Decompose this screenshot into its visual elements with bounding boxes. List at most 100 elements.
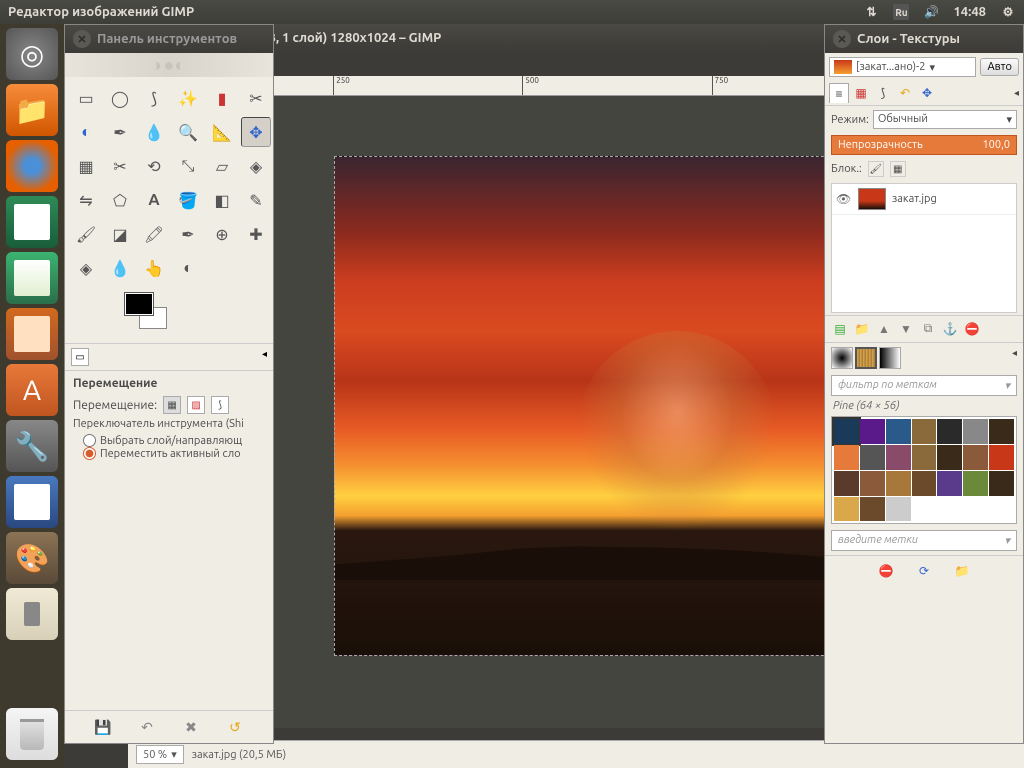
measure-tool[interactable]: 📐 bbox=[207, 117, 237, 147]
free-select-tool[interactable]: ⟆ bbox=[139, 83, 169, 113]
layer-row[interactable]: 👁 закат.jpg bbox=[832, 184, 1016, 215]
impress-icon[interactable] bbox=[6, 308, 58, 360]
color-picker-tool[interactable]: 💧 bbox=[139, 117, 169, 147]
dash-icon[interactable]: ◎ bbox=[6, 28, 58, 80]
pattern-swatch[interactable] bbox=[912, 419, 937, 444]
scissors-tool[interactable]: ✂ bbox=[241, 83, 271, 113]
toolbox-titlebar[interactable]: ✕ Панель инструментов bbox=[65, 25, 273, 53]
image-dropdown[interactable]: [закат...ано)-2 ▾ bbox=[829, 57, 976, 77]
pattern-swatch[interactable] bbox=[834, 419, 859, 444]
lock-alpha-icon[interactable]: ▦ bbox=[890, 161, 906, 177]
firefox-icon[interactable] bbox=[6, 140, 58, 192]
shear-tool[interactable]: ▱ bbox=[207, 151, 237, 181]
blend-tool[interactable]: ◧ bbox=[207, 185, 237, 215]
auto-button[interactable]: Авто bbox=[980, 58, 1019, 76]
fuzzy-select-tool[interactable]: ✨ bbox=[173, 83, 203, 113]
layers-titlebar[interactable]: ✕ Слои - Текстуры bbox=[825, 25, 1023, 53]
fg-color-swatch[interactable] bbox=[125, 293, 153, 315]
trash-icon[interactable] bbox=[6, 708, 58, 760]
pattern-swatch[interactable] bbox=[886, 419, 911, 444]
eraser-tool[interactable]: ◪ bbox=[105, 219, 135, 249]
flip-tool[interactable]: ⇋ bbox=[71, 185, 101, 215]
pattern-swatch[interactable] bbox=[860, 445, 885, 470]
bucket-tool[interactable]: 🪣 bbox=[173, 185, 203, 215]
move-path-icon[interactable]: ⟆ bbox=[211, 396, 229, 414]
pattern-swatch[interactable] bbox=[963, 445, 988, 470]
tab-menu-icon[interactable]: ◂ bbox=[1012, 347, 1017, 369]
pattern-swatch[interactable] bbox=[860, 419, 885, 444]
tags-input[interactable]: введите метки▾ bbox=[831, 530, 1017, 551]
pattern-swatch[interactable] bbox=[886, 471, 911, 496]
open-folder--icon[interactable]: 📁 bbox=[953, 562, 971, 580]
image-canvas[interactable] bbox=[334, 156, 874, 656]
paths-tool[interactable]: ✒ bbox=[105, 117, 135, 147]
usb-creator-icon[interactable] bbox=[6, 588, 58, 640]
radio-move-active[interactable]: Переместить активный сло bbox=[73, 447, 265, 460]
text-tool[interactable]: A bbox=[139, 185, 169, 215]
patterns-tab[interactable] bbox=[855, 347, 877, 369]
zoom-tool[interactable]: 🔍 bbox=[173, 117, 203, 147]
restore-options-icon[interactable]: ↶ bbox=[135, 715, 159, 739]
pattern-swatch[interactable] bbox=[937, 471, 962, 496]
pattern-swatch[interactable] bbox=[886, 497, 911, 522]
radio-pick-layer[interactable]: Выбрать слой/направляющ bbox=[73, 434, 265, 447]
heal-tool[interactable]: ✚ bbox=[241, 219, 271, 249]
color-swatches[interactable] bbox=[65, 289, 273, 343]
keyboard-layout[interactable]: Ru bbox=[893, 4, 909, 20]
paintbrush-tool[interactable]: 🖌 bbox=[71, 219, 101, 249]
fg-select-tool[interactable]: ◐ bbox=[71, 117, 101, 147]
pattern-swatch[interactable] bbox=[834, 497, 859, 522]
pattern-swatch[interactable] bbox=[834, 445, 859, 470]
cage-tool[interactable]: ⬠ bbox=[105, 185, 135, 215]
pattern-swatch[interactable] bbox=[912, 445, 937, 470]
layer-thumbnail[interactable] bbox=[858, 188, 886, 210]
network-icon[interactable]: ⇅ bbox=[863, 4, 879, 20]
move-tab-icon[interactable]: ✥ bbox=[917, 83, 937, 103]
smudge-tool[interactable]: 👆 bbox=[139, 253, 169, 283]
tag-filter-input[interactable]: фильтр по меткам▾ bbox=[831, 375, 1017, 396]
pattern-swatch[interactable] bbox=[989, 419, 1014, 444]
paths-tab-icon[interactable]: ⟆ bbox=[873, 83, 893, 103]
document-icon[interactable] bbox=[6, 476, 58, 528]
crop-tool[interactable]: ✂ bbox=[105, 151, 135, 181]
reset-options-icon[interactable]: ↺ bbox=[223, 715, 247, 739]
sound-icon[interactable]: 🔊 bbox=[923, 4, 939, 20]
clone-tool[interactable]: ⊕ bbox=[207, 219, 237, 249]
brushes-tab[interactable] bbox=[831, 347, 853, 369]
pattern-swatch[interactable] bbox=[937, 445, 962, 470]
visibility-icon[interactable]: 👁 bbox=[836, 192, 852, 206]
blur-tool[interactable]: 💧 bbox=[105, 253, 135, 283]
software-center-icon[interactable]: A bbox=[6, 364, 58, 416]
pattern-swatch[interactable] bbox=[912, 471, 937, 496]
pattern-swatch[interactable] bbox=[989, 445, 1014, 470]
writer-icon[interactable] bbox=[6, 196, 58, 248]
new-layer-icon[interactable]: ▤ bbox=[831, 320, 849, 338]
close-icon[interactable]: ✕ bbox=[73, 30, 91, 48]
raise-layer-icon[interactable]: ▲ bbox=[875, 320, 893, 338]
clock[interactable]: 14:48 bbox=[953, 5, 986, 19]
close-icon[interactable]: ✕ bbox=[833, 30, 851, 48]
move-tool[interactable]: ✥ bbox=[241, 117, 271, 147]
calc-icon[interactable] bbox=[6, 252, 58, 304]
move-layer-icon[interactable]: ▦ bbox=[163, 396, 181, 414]
pencil-tool[interactable]: ✎ bbox=[241, 185, 271, 215]
gimp-icon[interactable]: 🎨 bbox=[6, 532, 58, 584]
color-select-tool[interactable]: ▮ bbox=[207, 83, 237, 113]
zoom-selector[interactable]: 50 % ▾ bbox=[136, 745, 184, 764]
pattern-swatch[interactable] bbox=[963, 419, 988, 444]
pattern-swatch[interactable] bbox=[963, 471, 988, 496]
lower-layer-icon[interactable]: ▼ bbox=[897, 320, 915, 338]
pattern-swatch[interactable] bbox=[989, 471, 1014, 496]
align-tool[interactable]: ▦ bbox=[71, 151, 101, 181]
duplicate-layer-icon[interactable]: ⧉ bbox=[919, 320, 937, 338]
layer-name[interactable]: закат.jpg bbox=[892, 193, 937, 205]
anchor-layer-icon[interactable]: ⚓ bbox=[941, 320, 959, 338]
settings-icon[interactable]: 🔧 bbox=[6, 420, 58, 472]
delete-options-icon[interactable]: ✖ bbox=[179, 715, 203, 739]
ink-tool[interactable]: ✒ bbox=[173, 219, 203, 249]
delete-pattern-icon[interactable]: ⛔ bbox=[877, 562, 895, 580]
gear-icon[interactable]: ⚙ bbox=[1000, 4, 1016, 20]
rect-select-tool[interactable]: ▭ bbox=[71, 83, 101, 113]
lock-pixels-icon[interactable]: 🖌 bbox=[868, 161, 884, 177]
ellipse-select-tool[interactable]: ◯ bbox=[105, 83, 135, 113]
